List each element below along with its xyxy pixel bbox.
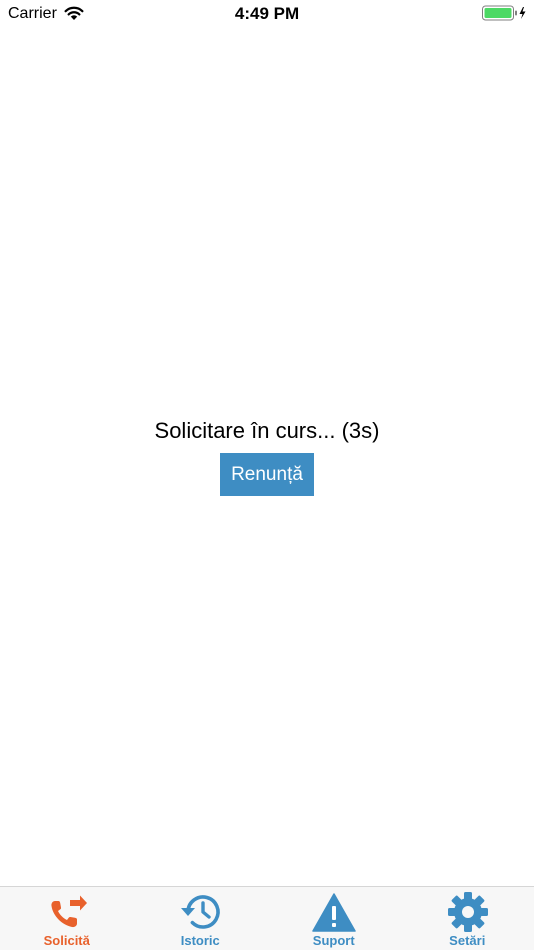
history-icon [180,895,220,929]
tab-suport[interactable]: Suport [267,887,401,950]
tab-label: Istoric [180,933,220,948]
tab-istoric[interactable]: Istoric [134,887,268,950]
battery-icon [482,5,526,21]
tab-label: Solicită [43,933,90,948]
tab-label: Setări [449,933,486,948]
warning-icon [312,893,356,932]
tab-label: Suport [312,933,355,948]
status-bar: Carrier 4:49 PM [0,0,534,28]
phone-transfer-icon [51,895,87,928]
gear-icon [447,892,488,932]
status-time: 4:49 PM [234,4,300,23]
tab-bar: Solicită Istoric Suport Setări [0,886,534,950]
request-progress-text: Solicitare în curs... (3s) [154,418,380,443]
tab-setari[interactable]: Setări [401,887,534,950]
cancel-button[interactable]: Renunță [220,453,314,496]
tab-solicita[interactable]: Solicită [0,887,134,950]
main-content: Solicitare în curs... (3s) Renunță [0,28,534,886]
